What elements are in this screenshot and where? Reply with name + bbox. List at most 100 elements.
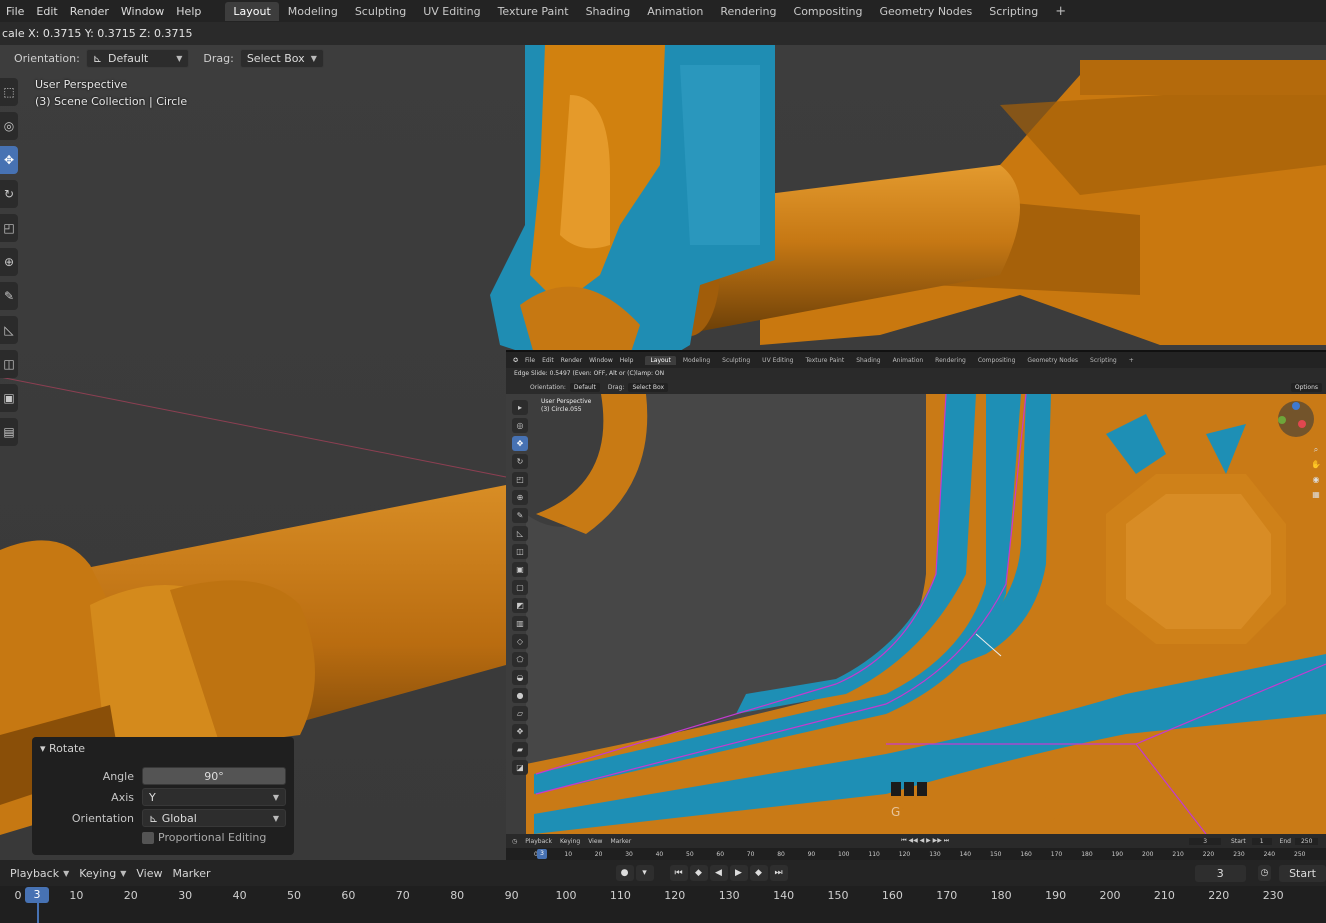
keying-menu[interactable]: Keying ▼ xyxy=(79,867,126,880)
tab-animation[interactable]: Animation xyxy=(639,2,711,21)
proportional-editing-checkbox[interactable] xyxy=(142,832,154,844)
inset-select-tool[interactable]: ▸ xyxy=(512,400,528,415)
prev-keyframe-icon[interactable]: ◆ xyxy=(689,865,708,881)
inset-tool[interactable]: ▤ xyxy=(0,418,18,446)
extrude-tool[interactable]: ▣ xyxy=(0,384,18,412)
transform-tool[interactable]: ⊕ xyxy=(0,248,18,276)
jump-end-icon[interactable]: ⏭ xyxy=(769,865,788,881)
inset-tab-modeling[interactable]: Modeling xyxy=(678,356,715,365)
inset-extrude-tool[interactable]: ▣ xyxy=(512,562,528,577)
inset-3d-viewport[interactable]: User Perspective (3) Circle.055 G ⌕ ✋ ◉ … xyxy=(506,394,1326,834)
tab-shading[interactable]: Shading xyxy=(578,2,639,21)
scale-tool[interactable]: ◰ xyxy=(0,214,18,242)
rotate-tool[interactable]: ↻ xyxy=(0,180,18,208)
inset-tab-rendering[interactable]: Rendering xyxy=(930,356,971,365)
drag-dropdown[interactable]: Select Box ▼ xyxy=(239,48,324,68)
grid-icon[interactable]: ▦ xyxy=(1310,487,1322,502)
orientation-dropdown[interactable]: ⊾ Default ▼ xyxy=(85,48,190,68)
inset-shrink-tool[interactable]: ✥ xyxy=(512,724,528,739)
menu-help[interactable]: Help xyxy=(176,5,207,18)
inset-end-field[interactable]: 250 xyxy=(1294,837,1319,845)
inset-orientation-dropdown[interactable]: Default xyxy=(569,382,600,392)
inset-tab-compositing[interactable]: Compositing xyxy=(973,356,1021,365)
inset-poly-build-tool[interactable]: ⬠ xyxy=(512,652,528,667)
inset-annotate-tool[interactable]: ✎ xyxy=(512,508,528,523)
inset-start-field[interactable]: 1 xyxy=(1251,837,1272,845)
inset-tab-sculpting[interactable]: Sculpting xyxy=(717,356,755,365)
inset-tab-shading[interactable]: Shading xyxy=(851,356,885,365)
menu-render[interactable]: Render xyxy=(70,5,115,18)
add-workspace-button[interactable]: + xyxy=(1047,4,1074,19)
inset-frame-field[interactable]: 3 xyxy=(1189,837,1222,845)
inset-tab-layout[interactable]: Layout xyxy=(645,355,676,365)
play-reverse-icon[interactable]: ◀ xyxy=(709,865,728,881)
3d-viewport[interactable]: User Perspective (3) Scene Collection | … xyxy=(0,45,1326,860)
inset-current-frame-indicator[interactable]: 3 xyxy=(537,849,547,859)
inset-inset-faces-tool[interactable]: ▢ xyxy=(512,580,528,595)
inset-add-workspace-button[interactable]: + xyxy=(1124,356,1139,365)
inset-tab-animation[interactable]: Animation xyxy=(888,356,929,365)
pan-hand-icon[interactable]: ✋ xyxy=(1310,457,1322,472)
inset-menu-window[interactable]: Window xyxy=(589,357,613,364)
clock-icon[interactable]: ◷ xyxy=(1257,865,1271,881)
inset-view-menu[interactable]: View xyxy=(588,838,602,845)
inset-knife-tool[interactable]: ◇ xyxy=(512,634,528,649)
inset-transform-tool[interactable]: ⊕ xyxy=(512,490,528,505)
inset-tab-uv-editing[interactable]: UV Editing xyxy=(757,356,798,365)
angle-field[interactable]: 90° xyxy=(142,767,286,785)
cursor-tool[interactable]: ◎ xyxy=(0,112,18,140)
move-tool[interactable]: ✥ xyxy=(0,146,18,174)
inset-menu-file[interactable]: File xyxy=(525,357,535,364)
inset-cursor-tool[interactable]: ◎ xyxy=(512,418,528,433)
tab-texture-paint[interactable]: Texture Paint xyxy=(490,2,577,21)
tab-layout[interactable]: Layout xyxy=(225,1,279,21)
record-button[interactable]: ● xyxy=(615,865,634,881)
tab-modeling[interactable]: Modeling xyxy=(280,2,346,21)
inset-drag-dropdown[interactable]: Select Box xyxy=(628,382,669,392)
inset-playback-menu[interactable]: Playback xyxy=(525,838,552,845)
inset-scale-tool[interactable]: ◰ xyxy=(512,472,528,487)
inset-edge-slide-tool[interactable]: ▱ xyxy=(512,706,528,721)
inset-measure-tool[interactable]: ◺ xyxy=(512,526,528,541)
inset-menu-edit[interactable]: Edit xyxy=(542,357,554,364)
menu-file[interactable]: File xyxy=(6,5,30,18)
inset-smooth-tool[interactable]: ● xyxy=(512,688,528,703)
add-cube-tool[interactable]: ◫ xyxy=(0,350,18,378)
playback-menu[interactable]: Playback ▼ xyxy=(10,867,69,880)
tab-sculpting[interactable]: Sculpting xyxy=(347,2,414,21)
record-options-button[interactable]: ▾ xyxy=(635,865,654,881)
measure-tool[interactable]: ◺ xyxy=(0,316,18,344)
tab-uv-editing[interactable]: UV Editing xyxy=(415,2,488,21)
inset-add-cube-tool[interactable]: ◫ xyxy=(512,544,528,559)
orientation-dropdown[interactable]: ⊾ Global ▼ xyxy=(142,809,286,827)
inset-blender-logo-icon[interactable]: ✪ xyxy=(513,357,518,364)
tab-geometry-nodes[interactable]: Geometry Nodes xyxy=(871,2,980,21)
inset-keying-menu[interactable]: Keying xyxy=(560,838,580,845)
inset-menu-help[interactable]: Help xyxy=(620,357,634,364)
current-frame-indicator[interactable]: 3 xyxy=(25,887,49,903)
annotate-tool[interactable]: ✎ xyxy=(0,282,18,310)
next-keyframe-icon[interactable]: ◆ xyxy=(749,865,768,881)
camera-icon[interactable]: ◉ xyxy=(1310,472,1322,487)
timeline-ruler[interactable]: 10 20 30 40 50 60 70 80 90 100 110 120 130 140 150 160 1… xyxy=(0,886,1326,923)
tab-scripting[interactable]: Scripting xyxy=(981,2,1046,21)
inset-rip-tool[interactable]: ◪ xyxy=(512,760,528,775)
inset-menu-render[interactable]: Render xyxy=(561,357,582,364)
rotate-panel-title[interactable]: ▾ Rotate xyxy=(40,742,85,755)
inset-tab-geometry-nodes[interactable]: Geometry Nodes xyxy=(1022,356,1083,365)
menu-window[interactable]: Window xyxy=(121,5,170,18)
jump-start-icon[interactable]: ⏮ xyxy=(669,865,688,881)
inset-tab-texture-paint[interactable]: Texture Paint xyxy=(800,356,849,365)
inset-shear-tool[interactable]: ▰ xyxy=(512,742,528,757)
inset-rotate-tool[interactable]: ↻ xyxy=(512,454,528,469)
start-frame-button[interactable]: Start xyxy=(1279,864,1326,882)
inset-timeline-editor-icon[interactable]: ◷ xyxy=(512,838,517,845)
tab-compositing[interactable]: Compositing xyxy=(786,2,871,21)
inset-move-tool[interactable]: ✥ xyxy=(512,436,528,451)
inset-options-button[interactable]: Options xyxy=(1290,382,1322,392)
inset-marker-menu[interactable]: Marker xyxy=(610,838,631,845)
inset-bevel-tool[interactable]: ◩ xyxy=(512,598,528,613)
inset-loop-cut-tool[interactable]: ▥ xyxy=(512,616,528,631)
tab-rendering[interactable]: Rendering xyxy=(712,2,784,21)
inset-playback-controls[interactable]: ⏮ ◀◀ ◀ ▶ ▶▶ ⏭ xyxy=(901,837,949,845)
